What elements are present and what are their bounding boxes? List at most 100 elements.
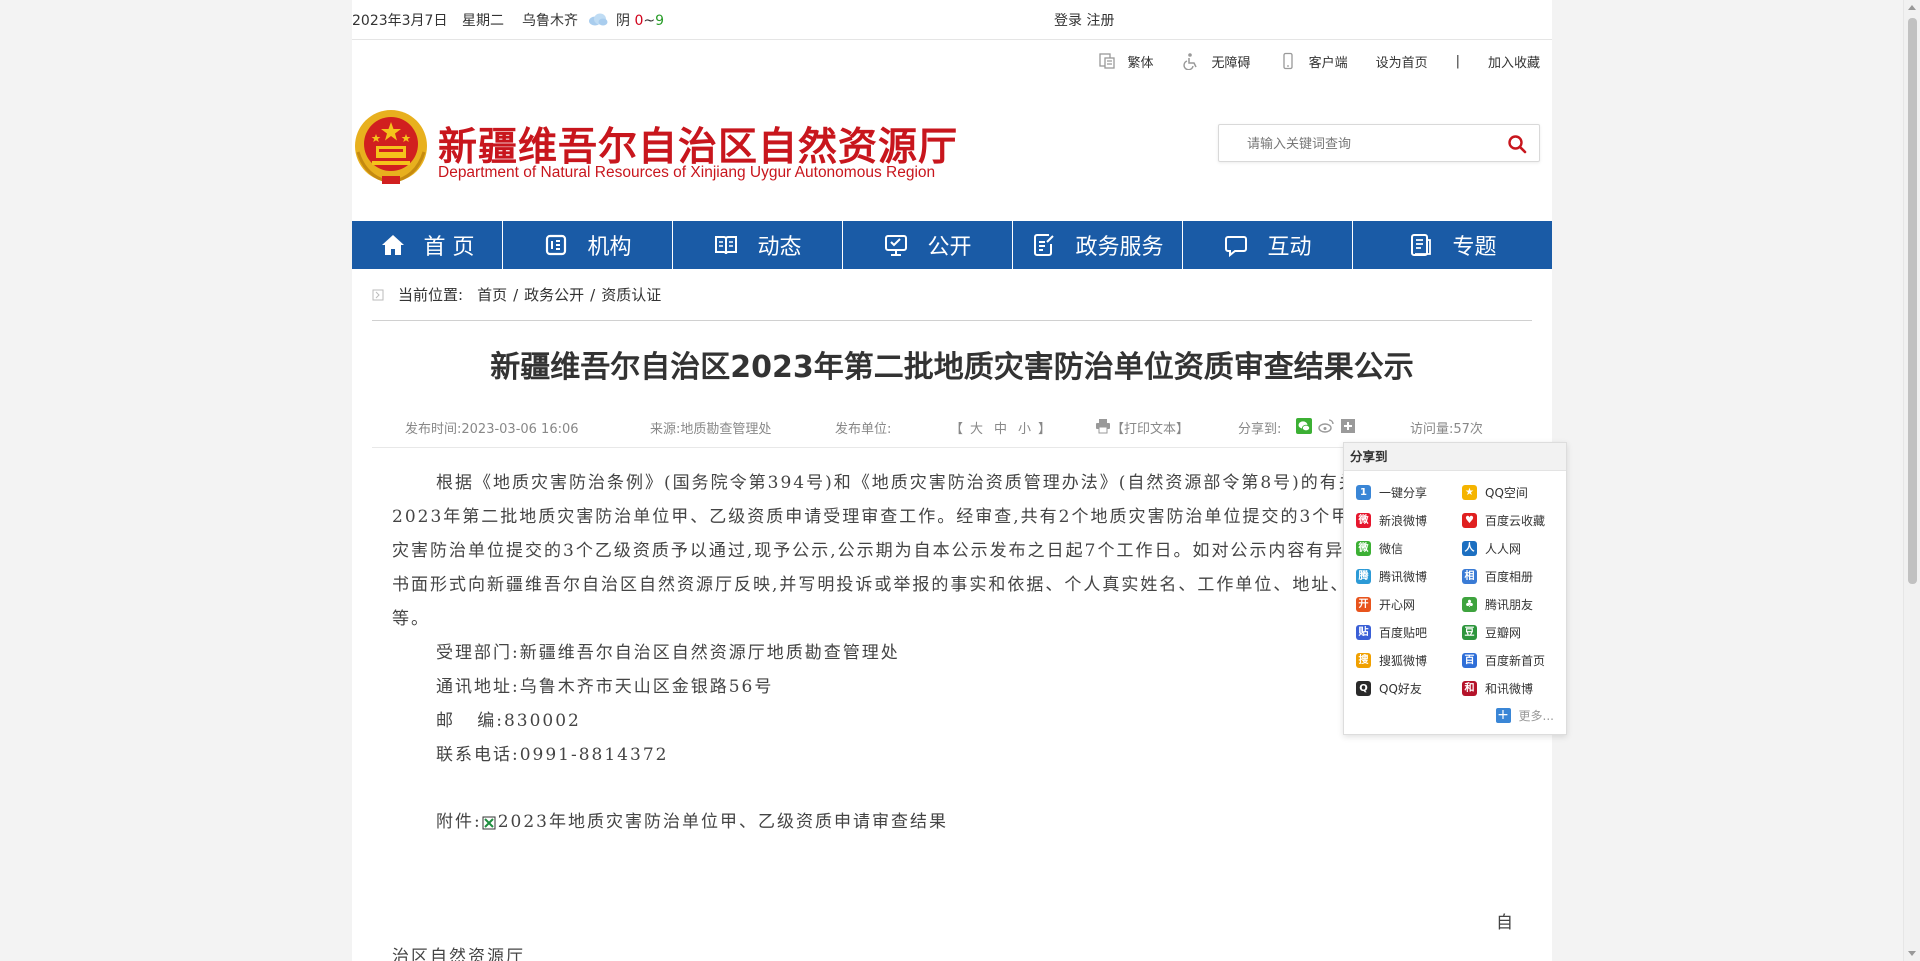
share-option[interactable]: 贴百度贴吧 xyxy=(1356,623,1462,642)
share-option-icon: 开 xyxy=(1356,597,1371,612)
font-size-large[interactable]: 大 xyxy=(970,418,983,437)
share-option[interactable]: 相百度相册 xyxy=(1462,567,1566,586)
topic-icon xyxy=(1411,234,1432,256)
share-popup-header: 分享到 xyxy=(1344,443,1566,471)
share-option[interactable]: Q QQ好友 xyxy=(1356,679,1462,698)
share-option[interactable]: ♣ 腾讯朋友 xyxy=(1462,595,1566,614)
nav-item-public[interactable]: 公开 xyxy=(843,221,1013,269)
share-option-label: 开心网 xyxy=(1379,598,1416,612)
client-app-link[interactable]: 客户端 xyxy=(1279,52,1348,71)
share-option-icon: ♣ xyxy=(1462,597,1477,612)
share-option[interactable]: 搜搜狐微博 xyxy=(1356,651,1462,670)
share-popup: 分享到 1 一键分享 ★ QQ空间微新浪微博 ♥ 百度云收藏微微信人人人网腾腾讯微博相百度… xyxy=(1343,442,1567,735)
site-name-en: Department of Natural Resources of Xinji… xyxy=(438,164,936,181)
visit-count: 访问量:57次 xyxy=(1410,422,1483,437)
share-grid: 1 一键分享 ★ QQ空间微新浪微博 ♥ 百度云收藏微微信人人人网腾腾讯微博相百度相册开开… xyxy=(1356,483,1566,698)
share-option[interactable]: ♥ 百度云收藏 xyxy=(1462,511,1566,530)
more-share-icon[interactable] xyxy=(1340,418,1356,434)
login-link[interactable]: 登录 xyxy=(1054,13,1082,29)
wechat-icon[interactable] xyxy=(1296,418,1312,434)
attachment-link[interactable]: 2023年地质灾害防治单位甲、乙级资质申请审查结果 xyxy=(498,812,948,832)
scrollbar-thumb[interactable] xyxy=(1908,18,1917,584)
share-to-label: 分享到: xyxy=(1238,422,1282,437)
share-option-icon: 搜 xyxy=(1356,653,1371,668)
share-option-icon: ♥ xyxy=(1462,513,1477,528)
share-option[interactable]: 微新浪微博 xyxy=(1356,511,1462,530)
search-icon[interactable] xyxy=(1507,134,1527,154)
share-option[interactable]: 百百度新首页 xyxy=(1462,651,1566,670)
quick-links: 繁体 无障碍 客户端 设为首页 | 加入收藏 xyxy=(1070,50,1540,72)
share-option-icon: 和 xyxy=(1462,681,1477,696)
share-option[interactable]: 1 一键分享 xyxy=(1356,483,1462,502)
print-text-button[interactable]: 【打印文本】 xyxy=(1111,418,1189,437)
nav-item-org[interactable]: 机构 xyxy=(503,221,673,269)
share-option-icon: 贴 xyxy=(1356,625,1371,640)
nav-item-news[interactable]: 动态 xyxy=(673,221,843,269)
nav-item-interact[interactable]: 互动 xyxy=(1183,221,1353,269)
share-option-label: 新浪微博 xyxy=(1379,514,1428,528)
current-weekday: 星期二 xyxy=(462,13,504,29)
share-option-label: 微信 xyxy=(1379,542,1404,556)
share-option[interactable]: 人人人网 xyxy=(1462,539,1566,558)
nav-item-topic[interactable]: 专题 xyxy=(1353,221,1552,269)
breadcrumb-divider xyxy=(372,320,1532,321)
location-icon xyxy=(372,289,384,300)
breadcrumb-qualification[interactable]: 资质认证 xyxy=(601,284,661,305)
attachment-label: 附件: xyxy=(436,812,482,832)
share-option-label: 百度新首页 xyxy=(1485,654,1546,668)
printer-icon[interactable] xyxy=(1095,418,1111,434)
share-option[interactable]: ★ QQ空间 xyxy=(1462,483,1566,502)
page-scrollbar[interactable] xyxy=(1903,0,1920,961)
nav-item-home[interactable]: 首 页 xyxy=(352,221,503,269)
scroll-up-arrow-icon[interactable] xyxy=(1908,5,1916,10)
share-option[interactable]: 腾腾讯微博 xyxy=(1356,567,1462,586)
current-date: 2023年3月7日 xyxy=(352,13,448,29)
contact-address: 通讯地址:乌鲁木齐市天山区金银路56号 xyxy=(436,677,774,697)
top-bar: 2023年3月7日 星期二 乌鲁木齐 阴 0~9 登录 注册 xyxy=(352,0,1552,40)
share-option-label: 百度贴吧 xyxy=(1379,626,1428,640)
accessibility-link[interactable]: 无障碍 xyxy=(1182,52,1251,71)
share-option-label: QQ好友 xyxy=(1379,682,1422,696)
search-input[interactable] xyxy=(1247,134,1497,154)
set-homepage-link[interactable]: 设为首页 xyxy=(1376,52,1428,71)
share-option[interactable]: 和和讯微博 xyxy=(1462,679,1566,698)
share-option-icon: ★ xyxy=(1462,485,1477,500)
contact-dept: 受理部门:新疆维吾尔自治区自然资源厅地质勘查管理处 xyxy=(436,643,900,663)
breadcrumb-home[interactable]: 首页 xyxy=(477,284,507,305)
weibo-icon[interactable] xyxy=(1318,418,1334,434)
share-option-label: 和讯微博 xyxy=(1485,682,1534,696)
weather-text: 阴 0~9 xyxy=(616,13,665,29)
share-option-icon: Q xyxy=(1356,681,1371,696)
site-logo[interactable]: 新疆维吾尔自治区自然资源厅 Department of Natural Reso… xyxy=(352,108,972,192)
share-option-icon: 1 xyxy=(1356,485,1371,500)
service-icon xyxy=(1034,234,1055,256)
main-nav: 首 页 机构 动态 公开 政务服务 互动 专题 xyxy=(352,221,1552,269)
chat-icon xyxy=(1225,236,1248,258)
share-option-icon: 人 xyxy=(1462,541,1477,556)
scroll-down-arrow-icon[interactable] xyxy=(1908,951,1916,956)
excel-file-icon xyxy=(482,816,496,829)
org-icon xyxy=(546,234,567,256)
weather-city: 乌鲁木齐 xyxy=(522,13,578,29)
traditional-chinese-link[interactable]: 繁体 xyxy=(1098,52,1154,71)
share-more-button[interactable]: + 更多... xyxy=(1495,707,1554,724)
share-option[interactable]: 微微信 xyxy=(1356,539,1462,558)
wheelchair-icon xyxy=(1182,53,1197,70)
font-size-small[interactable]: 小 xyxy=(1018,418,1031,437)
publisher: 发布单位: xyxy=(835,422,892,437)
national-emblem-icon xyxy=(355,110,427,184)
share-option-icon: 相 xyxy=(1462,569,1477,584)
mobile-phone-icon xyxy=(1282,52,1293,70)
article-source: 来源:地质勘查管理处 xyxy=(650,422,772,437)
register-link[interactable]: 注册 xyxy=(1086,13,1114,29)
share-option[interactable]: 豆豆瓣网 xyxy=(1462,623,1566,642)
attachment-row: 附件: 2023年地质灾害防治单位甲、乙级资质申请审查结果 xyxy=(436,807,948,832)
cloud-icon xyxy=(589,13,608,26)
nav-item-service[interactable]: 政务服务 xyxy=(1013,221,1183,269)
share-option-label: 百度相册 xyxy=(1485,570,1534,584)
add-bookmark-link[interactable]: 加入收藏 xyxy=(1488,52,1540,71)
share-option-label: 一键分享 xyxy=(1379,486,1428,500)
breadcrumb-gov-public[interactable]: 政务公开 xyxy=(524,284,584,305)
font-size-medium[interactable]: 中 xyxy=(994,418,1007,437)
share-option[interactable]: 开开心网 xyxy=(1356,595,1462,614)
